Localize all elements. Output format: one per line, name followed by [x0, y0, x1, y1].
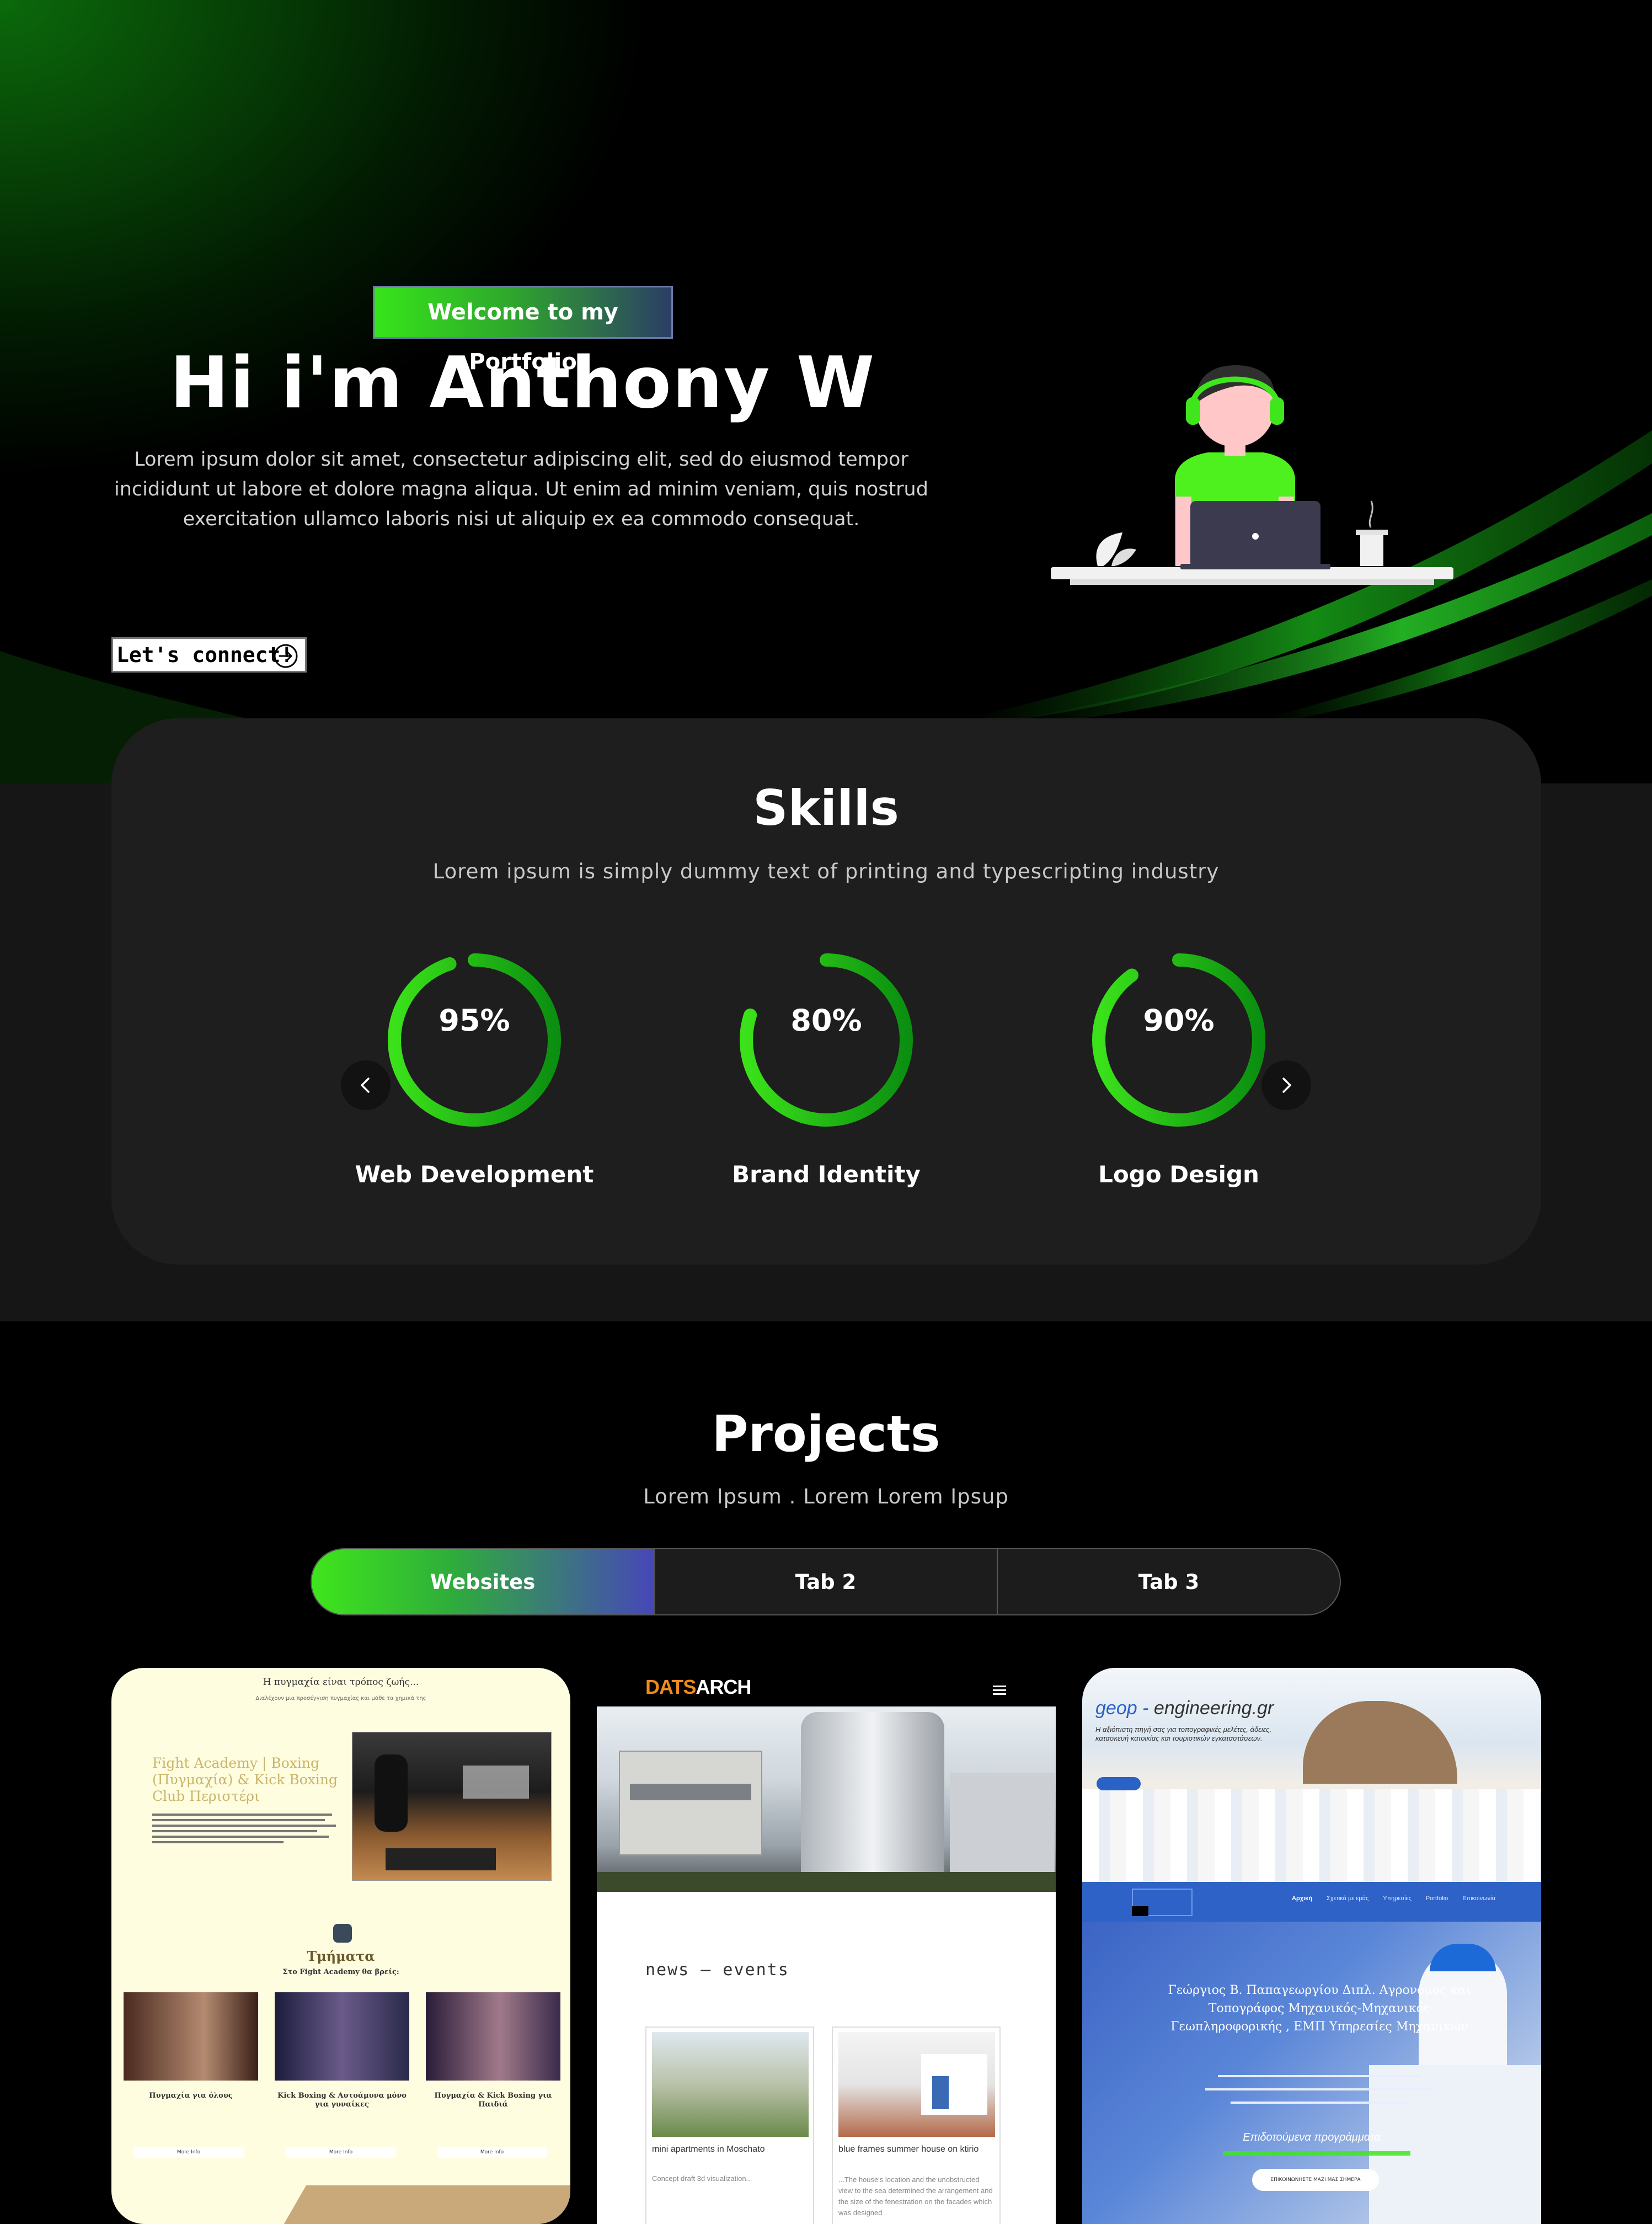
project-card-fight-academy[interactable]: Η πυγμαχία είναι τρόπος ζωής... Διαλέχου…	[111, 1668, 570, 2224]
projects-subtitle: Lorem Ipsum . Lorem Lorem Ipsup	[643, 1485, 1009, 1508]
card1-more-button-2[interactable]: More Info	[286, 2147, 396, 2158]
skill-ring-arc-1	[388, 953, 561, 1127]
card2-logo-b: ARCH	[696, 1676, 751, 1698]
card1-paragraph-lines	[152, 1810, 340, 1854]
card3-nav-item-2[interactable]: Σχετικά με εμάς	[1327, 1895, 1368, 1902]
lets-connect-label: Let's connect!	[116, 643, 293, 667]
projects-title: Projects	[712, 1405, 940, 1463]
card1-more-button-3[interactable]: More Info	[437, 2147, 547, 2158]
welcome-badge: Welcome to my Portfolio	[373, 286, 673, 375]
card3-nav-item-5[interactable]: Επικοινωνία	[1462, 1895, 1495, 1902]
project-card-geop-engineering[interactable]: geop - engineering.gr Η αξιόπιστη πηγή σ…	[1082, 1668, 1541, 2224]
skill-ring-arc-2	[740, 953, 913, 1127]
card3-green-line	[1223, 2151, 1410, 2156]
card2-news-item-1-text: Concept draft 3d visualization...	[652, 2174, 752, 2183]
card3-nav-item-3[interactable]: Υπηρεσίες	[1383, 1895, 1412, 1902]
chevron-left-icon	[361, 1078, 370, 1093]
hero-section: Welcome to my Portfolio Hi i'm Anthony W…	[0, 0, 1652, 783]
skill-ring-2	[740, 953, 913, 1127]
skills-subtitle: Lorem ipsum is simply dummy text of prin…	[432, 860, 1220, 883]
card2-news-item-2-title: blue frames summer house on ktirio	[838, 2145, 979, 2154]
arrow-right-circle-icon	[274, 644, 298, 668]
card3-nav-item-1[interactable]: Αρχική	[1292, 1895, 1312, 1902]
card3-tagline-button[interactable]	[1097, 1777, 1141, 1790]
projects-tabs: Websites Tab 2 Tab 3	[311, 1548, 1341, 1615]
card1-photo-3	[426, 1992, 560, 2081]
tab-3[interactable]: Tab 3	[998, 1549, 1340, 1614]
card1-col-2-title: Kick Boxing & Αυτοάμυνα μόνο για γυναίκε…	[277, 2092, 407, 2109]
skill-label-2: Brand Identity	[732, 1161, 921, 1188]
hero-title: Hi i'm Anthony W	[169, 342, 876, 424]
tab-2[interactable]: Tab 2	[655, 1549, 998, 1614]
card3-contact-button[interactable]: ΕΠΙΚΟΙΝΩΝΗΣΤΕ ΜΑΖΙ ΜΑΣ ΣΗΜΕΡΑ	[1252, 2169, 1379, 2191]
skill-ring-3	[1092, 953, 1265, 1127]
card2-logo-a: DATS	[645, 1676, 696, 1698]
card3-nav-bar: Αρχική Σχετικά με εμάς Υπηρεσίες Portfol…	[1082, 1882, 1541, 1922]
card3-nav-item-4[interactable]: Portfolio	[1426, 1895, 1448, 1902]
card2-menu-icon[interactable]	[993, 1684, 1006, 1695]
card1-more-button-1[interactable]: More Info	[133, 2147, 244, 2158]
skill-ring-arc-3	[1092, 953, 1265, 1127]
card2-news-item-2[interactable]: blue frames summer house on ktirio ...Th…	[832, 2026, 1001, 2224]
card1-header: Η πυγμαχία είναι τρόπος ζωής...	[263, 1677, 419, 1688]
card1-footer-decoration	[280, 2185, 570, 2224]
card1-col-3-title: Πυγμαχία & Kick Boxing για Παιδιά	[434, 2092, 552, 2109]
card3-tagline: Η αξιόπιστη πηγή σας για τοπογραφικές με…	[1095, 1725, 1272, 1742]
card1-section-title: Τμήματα	[307, 1948, 375, 1964]
tab-websites[interactable]: Websites	[312, 1549, 655, 1614]
card3-featured: Επιδοτούμενα προγράμματα	[1243, 2131, 1381, 2143]
card1-heading: Fight Academy | Boxing (Πυγμαχία) & Kick…	[152, 1755, 338, 1804]
skill-value-2: 80%	[790, 1003, 862, 1038]
card2-news-item-1-title: mini apartments in Moschato	[652, 2145, 765, 2154]
skill-label-1: Web Development	[355, 1161, 594, 1188]
card1-section-sub: Στο Fight Academy θα βρείς:	[282, 1968, 399, 1976]
card2-news-item-2-text: ...The house's location and the unobstru…	[838, 2175, 993, 2217]
card2-building-photo	[597, 1706, 1056, 1892]
card2-logo: DATSARCH	[645, 1676, 751, 1699]
card1-photo-1	[124, 1992, 258, 2081]
hero-description: Lorem ipsum dolor sit amet, consectetur …	[114, 449, 928, 530]
skill-label-3: Logo Design	[1098, 1161, 1259, 1188]
card3-brand-b: engineering.gr	[1153, 1698, 1274, 1719]
card1-col-1-title: Πυγμαχία για όλους	[149, 2092, 233, 2100]
card2-news-heading: news – events	[645, 1960, 789, 1980]
card1-glove-icon	[333, 1924, 352, 1943]
card1-photo-2	[275, 1992, 409, 2081]
card3-brand-a: geop -	[1095, 1698, 1154, 1719]
skill-ring-1	[388, 953, 561, 1127]
card1-gym-photo	[352, 1732, 552, 1881]
card1-subheader: Διαλέχουν μια προσέγγιση πυγμαχίας και μ…	[255, 1695, 426, 1702]
skills-title: Skills	[753, 780, 899, 836]
developer-illustration	[1051, 365, 1453, 585]
card3-text-lines	[1193, 2068, 1446, 2113]
project-card-datsarch[interactable]: DATSARCH news – events mini apartments i…	[597, 1668, 1056, 2224]
card3-name: Γεώργιος Β. Παπαγεωργίου Διπλ. Αγρονόμος…	[1168, 1983, 1471, 2034]
skill-value-1: 95%	[439, 1003, 510, 1038]
card2-news-item-1[interactable]: mini apartments in Moschato Concept draf…	[645, 2026, 814, 2224]
chevron-right-icon	[1282, 1078, 1291, 1093]
skill-value-3: 90%	[1143, 1003, 1215, 1038]
lets-connect-button[interactable]: Let's connect!	[111, 637, 307, 673]
card3-brand: geop - engineering.gr	[1095, 1698, 1274, 1719]
